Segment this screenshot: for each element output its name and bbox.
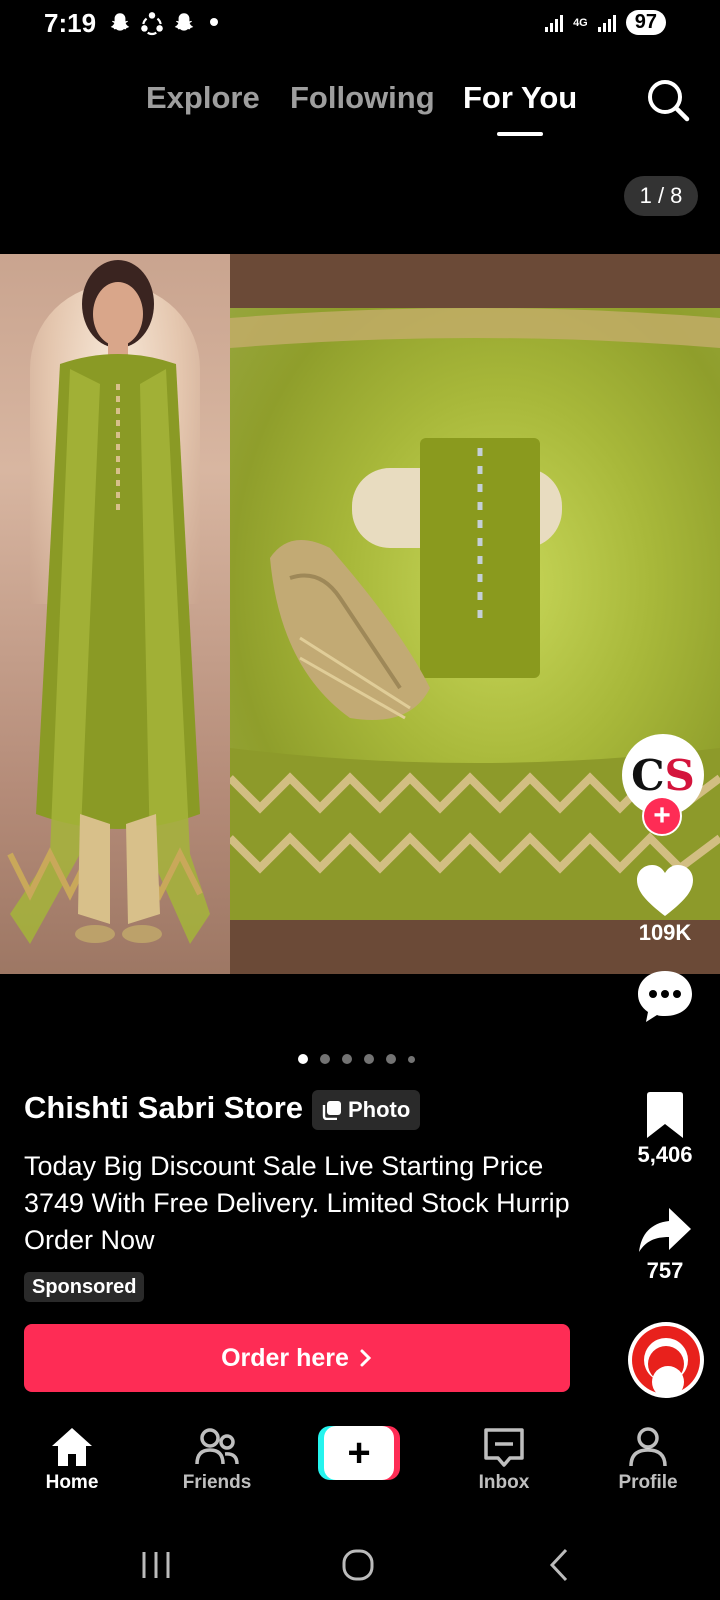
notification-dot — [210, 18, 218, 26]
order-here-button[interactable]: Order here — [24, 1324, 570, 1392]
feed-tabs: Explore Following For You — [0, 76, 720, 146]
status-time: 7:19 — [44, 8, 97, 38]
nav-profile[interactable]: Profile — [588, 1426, 708, 1494]
snapchat-icon — [174, 13, 194, 31]
cta-label: Order here — [221, 1343, 349, 1372]
author-name[interactable]: Chishti Sabri Store — [24, 1090, 303, 1126]
model-figure — [7, 260, 210, 944]
inbox-icon — [484, 1428, 524, 1467]
nav-profile-label: Profile — [618, 1472, 678, 1493]
chevron-right-icon — [360, 1349, 372, 1367]
home-icon — [52, 1428, 92, 1466]
status-bar: 7:19 4G 97 — [0, 0, 720, 48]
nav-home-label: Home — [45, 1472, 99, 1493]
tab-following[interactable]: Following — [290, 80, 435, 116]
post-photo[interactable] — [0, 254, 720, 974]
create-button[interactable]: + — [318, 1426, 400, 1480]
signal-icon — [545, 14, 564, 32]
nav-home[interactable]: Home — [12, 1426, 132, 1494]
like-count: 109K — [638, 920, 692, 945]
carousel-dots — [298, 1054, 415, 1064]
photo-stack-icon — [322, 1101, 341, 1120]
model-photo — [0, 254, 230, 974]
comment-icon — [638, 971, 692, 1022]
system-nav-bar — [0, 1530, 720, 1600]
active-tab-indicator — [497, 132, 543, 136]
photo-badge: Photo — [312, 1090, 421, 1130]
heart-icon — [637, 865, 693, 916]
carousel-dot — [320, 1054, 330, 1064]
network-type: 4G — [573, 16, 588, 29]
post-caption[interactable]: Today Big Discount Sale Live Starting Pr… — [24, 1148, 584, 1259]
nav-inbox[interactable]: Inbox — [444, 1426, 564, 1494]
status-right: 4G 97 — [543, 10, 666, 35]
signal-icon — [597, 14, 616, 32]
like-button[interactable]: 109K — [620, 864, 710, 946]
notification-icons — [106, 10, 198, 36]
plus-icon: + — [324, 1426, 394, 1480]
nav-friends-label: Friends — [182, 1472, 252, 1493]
snapchat-icon — [110, 13, 130, 31]
save-count: 5,406 — [637, 1142, 693, 1167]
save-button[interactable]: 5,406 — [620, 1092, 710, 1168]
share-button[interactable]: 757 — [620, 1206, 710, 1284]
nav-friends[interactable]: Friends — [157, 1426, 277, 1494]
photo-counter: 1 / 8 — [624, 176, 698, 216]
carousel-dot — [342, 1054, 352, 1064]
sound-disc-icon — [632, 1326, 700, 1398]
photo-badge-label: Photo — [348, 1097, 411, 1122]
sponsored-label: Sponsored — [24, 1272, 145, 1302]
battery-level: 97 — [625, 10, 666, 35]
share-icon — [639, 1208, 691, 1252]
profile-icon — [629, 1427, 667, 1467]
comment-button[interactable] — [620, 968, 710, 1024]
carousel-dot — [386, 1054, 396, 1064]
music-disc[interactable] — [628, 1322, 704, 1398]
avatar-logo: CS — [631, 750, 695, 800]
sync-icon — [141, 12, 163, 35]
share-count: 757 — [646, 1258, 684, 1283]
bottom-nav: Home Friends + Inbox Profile — [0, 1420, 720, 1530]
back-icon[interactable] — [530, 1540, 590, 1590]
tab-explore[interactable]: Explore — [146, 80, 260, 116]
nav-inbox-label: Inbox — [478, 1472, 530, 1493]
carousel-dot — [364, 1054, 374, 1064]
follow-button[interactable]: + — [642, 796, 682, 836]
carousel-dot — [408, 1055, 415, 1063]
home-circle-icon[interactable] — [328, 1540, 388, 1590]
search-icon[interactable] — [644, 76, 692, 124]
recent-apps-icon[interactable] — [126, 1540, 186, 1590]
tab-for-you[interactable]: For You — [463, 80, 577, 116]
carousel-dot — [298, 1054, 308, 1064]
friends-icon — [195, 1428, 239, 1465]
bookmark-icon — [647, 1092, 683, 1138]
